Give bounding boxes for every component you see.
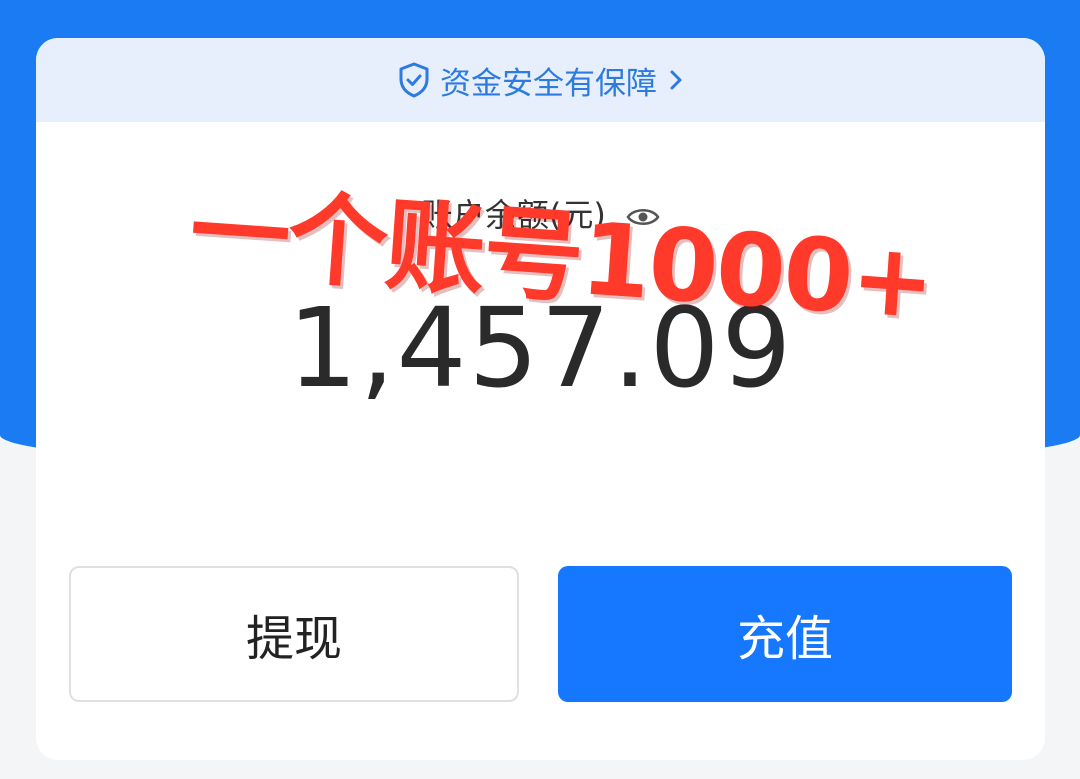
- withdraw-button[interactable]: 提现: [69, 566, 519, 702]
- chevron-right-icon: [669, 69, 683, 91]
- fund-safety-banner[interactable]: 资金安全有保障: [36, 38, 1045, 122]
- balance-card: 资金安全有保障 账户余额(元) 1,457.09 一个账号1000+ 提现 充值: [36, 38, 1045, 760]
- recharge-button[interactable]: 充值: [558, 566, 1012, 702]
- fund-safety-label: 资金安全有保障: [440, 65, 657, 102]
- shield-check-icon: [398, 62, 430, 98]
